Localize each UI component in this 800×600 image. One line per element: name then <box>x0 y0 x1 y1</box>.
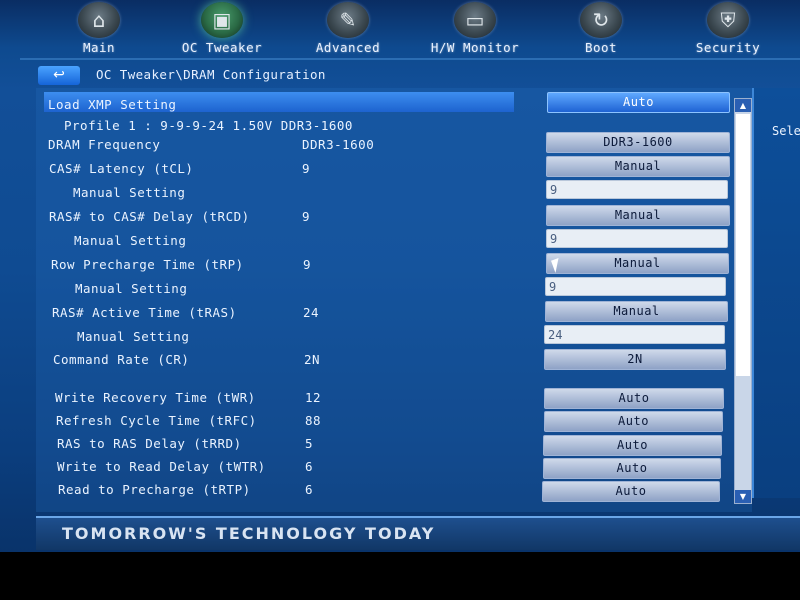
home-icon: ⌂ <box>78 2 120 38</box>
tRAS-button[interactable]: Manual <box>545 301 728 322</box>
setting-label-manual-setting[interactable]: Manual Setting <box>74 233 186 248</box>
wrench-icon: ✎ <box>327 2 369 38</box>
nav-label: Advanced <box>315 40 381 55</box>
tRTP-button[interactable]: Auto <box>542 481 720 502</box>
tRP-value: 9 <box>303 257 312 272</box>
back-button[interactable]: ↩ <box>38 66 80 85</box>
cas-latency-value: 9 <box>302 161 311 176</box>
tRAS-value: 24 <box>303 305 320 320</box>
dram-frequency-value: DDR3-1600 <box>302 137 375 152</box>
setting-label-tRCD[interactable]: RAS# to CAS# Delay (tRCD) <box>49 209 250 224</box>
setting-label-tRFC[interactable]: Refresh Cycle Time (tRFC) <box>56 413 257 428</box>
load-xmp-button[interactable]: Auto <box>547 92 730 113</box>
nav-tab-main[interactable]: ⌂ Main <box>44 0 154 55</box>
tRFC-value: 88 <box>305 413 322 428</box>
tRRD-button[interactable]: Auto <box>543 435 722 456</box>
tRFC-button[interactable]: Auto <box>544 411 723 432</box>
tWTR-button[interactable]: Auto <box>543 458 721 479</box>
setting-label-command-rate[interactable]: Command Rate (CR) <box>53 352 189 367</box>
setting-label-tRAS[interactable]: RAS# Active Time (tRAS) <box>52 305 237 320</box>
scrollbar-thumb[interactable] <box>736 114 750 376</box>
setting-label-manual-setting[interactable]: Manual Setting <box>77 329 189 344</box>
nav-tab-boot[interactable]: ↻ Boot <box>546 0 656 55</box>
help-panel <box>752 88 800 498</box>
shield-icon: ⛨ <box>707 2 749 38</box>
setting-label-dram-frequency[interactable]: DRAM Frequency <box>48 137 160 152</box>
top-navigation: ⌂ Main ▣ OC Tweaker ✎ Advanced ▭ H/W Mon… <box>0 0 800 58</box>
tRRD-value: 5 <box>305 436 314 451</box>
tRTP-value: 6 <box>305 482 314 497</box>
setting-label-tWTR[interactable]: Write to Read Delay (tWTR) <box>57 459 266 474</box>
scroll-down-icon[interactable]: ▼ <box>735 490 751 503</box>
nav-label: Security <box>695 40 761 55</box>
setting-label-manual-setting[interactable]: Manual Setting <box>73 185 185 200</box>
monitor-icon: ▭ <box>454 2 496 38</box>
nav-tab-oc-tweaker[interactable]: ▣ OC Tweaker <box>167 0 277 55</box>
nav-divider <box>20 58 800 60</box>
footer-slogan: TOMORROW'S TECHNOLOGY TODAY <box>62 524 436 543</box>
nav-tab-security[interactable]: ⛨ Security <box>673 0 783 55</box>
tWR-value: 12 <box>305 390 322 405</box>
tRCD-value: 9 <box>302 209 311 224</box>
screen-bezel <box>0 552 800 600</box>
command-rate-button[interactable]: 2N <box>544 349 726 370</box>
bios-screen: ⌂ Main ▣ OC Tweaker ✎ Advanced ▭ H/W Mon… <box>0 0 800 600</box>
tRAS-manual-input[interactable]: 24 <box>544 325 725 344</box>
tRCD-button[interactable]: Manual <box>546 205 730 226</box>
setting-label-tRTP[interactable]: Read to Precharge (tRTP) <box>58 482 251 497</box>
setting-label-cas-latency[interactable]: CAS# Latency (tCL) <box>49 161 193 176</box>
tWR-button[interactable]: Auto <box>544 388 724 409</box>
tRCD-manual-input[interactable]: 9 <box>546 229 728 248</box>
setting-label-tWR[interactable]: Write Recovery Time (tWR) <box>55 390 256 405</box>
dram-frequency-button[interactable]: DDR3-1600 <box>546 132 730 153</box>
nav-label: H/W Monitor <box>430 40 520 55</box>
setting-label-tRP[interactable]: Row Precharge Time (tRP) <box>51 257 244 272</box>
nav-tab-hw-monitor[interactable]: ▭ H/W Monitor <box>420 0 530 55</box>
setting-label-manual-setting[interactable]: Manual Setting <box>75 281 187 296</box>
scroll-up-icon[interactable]: ▲ <box>735 99 751 112</box>
breadcrumb: OC Tweaker\DRAM Configuration <box>96 67 326 82</box>
command-rate-value: 2N <box>304 352 321 367</box>
setting-label-tRRD[interactable]: RAS to RAS Delay (tRRD) <box>57 436 242 451</box>
tWTR-value: 6 <box>305 459 314 474</box>
nav-label: OC Tweaker <box>181 40 263 55</box>
help-text: Sele <box>772 124 800 138</box>
cpu-icon: ▣ <box>201 2 243 38</box>
nav-label: Boot <box>584 40 618 55</box>
tRP-manual-input[interactable]: 9 <box>545 277 726 296</box>
setting-label-load-xmp[interactable]: Load XMP Setting <box>48 97 176 112</box>
refresh-icon: ↻ <box>580 2 622 38</box>
nav-label: Main <box>82 40 116 55</box>
nav-tab-advanced[interactable]: ✎ Advanced <box>293 0 403 55</box>
cas-latency-button[interactable]: Manual <box>546 156 730 177</box>
cas-latency-manual-input[interactable]: 9 <box>546 180 728 199</box>
xmp-profile-info: Profile 1 : 9-9-9-24 1.50V DDR3-1600 <box>64 118 353 133</box>
tRP-button[interactable]: Manual <box>546 253 729 274</box>
